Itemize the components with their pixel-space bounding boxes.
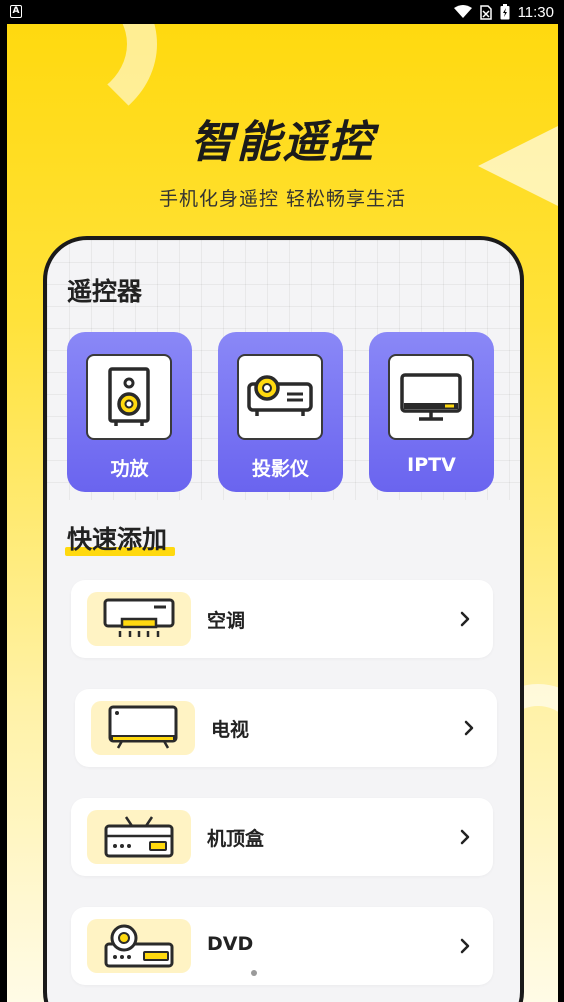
status-icons: 11:30 xyxy=(453,3,554,21)
remote-card-label: 投影仪 xyxy=(251,458,309,480)
chevron-right-icon xyxy=(453,932,477,960)
no-sim-icon xyxy=(479,4,492,20)
battery-icon xyxy=(500,4,510,20)
notification-badge-icon: A xyxy=(10,5,22,18)
quick-add-item-set-top-box[interactable]: 机顶盒 xyxy=(71,798,493,876)
scroll-indicator xyxy=(251,970,257,976)
remote-card-iptv[interactable]: IPTV xyxy=(369,332,494,492)
wifi-icon xyxy=(453,5,472,18)
quick-add-item-air-conditioner[interactable]: 空调 xyxy=(71,580,493,658)
chevron-right-icon xyxy=(457,714,481,742)
remote-card-amplifier[interactable]: 功放 xyxy=(67,332,192,492)
speaker-icon xyxy=(86,354,172,440)
set-top-box-icon xyxy=(87,810,191,864)
quick-add-item-dvd[interactable]: DVD xyxy=(71,907,493,985)
dvd-player-icon xyxy=(87,919,191,973)
remote-card-label: IPTV xyxy=(407,454,456,476)
quick-add-title: 快速添加 xyxy=(67,525,168,554)
quick-add-item-label: 机顶盒 xyxy=(207,828,265,850)
clock: 11:30 xyxy=(517,3,554,21)
television-icon xyxy=(91,701,195,755)
app-screen: 智能遥控 手机化身遥控 轻松畅享生活 遥控器 功放 投影仪 IPTV 快速添加 … xyxy=(7,24,558,1002)
quick-add-item-label: 电视 xyxy=(211,719,250,741)
tv-monitor-icon xyxy=(388,354,474,440)
hero-title: 智能遥控 xyxy=(190,117,375,168)
remote-card-label: 功放 xyxy=(110,458,149,480)
remote-section-title: 遥控器 xyxy=(67,277,143,306)
air-conditioner-icon xyxy=(87,592,191,646)
chevron-right-icon xyxy=(453,823,477,851)
chevron-right-icon xyxy=(453,605,477,633)
hero-subtitle: 手机化身遥控 轻松畅享生活 xyxy=(158,188,407,210)
remote-card-projector[interactable]: 投影仪 xyxy=(218,332,343,492)
status-bar: A 11:30 xyxy=(0,0,564,24)
quick-add-item-tv[interactable]: 电视 xyxy=(75,689,497,767)
projector-icon xyxy=(237,354,323,440)
quick-add-item-label: DVD xyxy=(207,933,254,955)
remote-cards: 功放 投影仪 IPTV xyxy=(67,332,494,492)
phone-frame: 遥控器 功放 投影仪 IPTV 快速添加 空调 电视 机顶盒 DVD xyxy=(43,236,524,1002)
quick-add-item-label: 空调 xyxy=(207,610,246,632)
